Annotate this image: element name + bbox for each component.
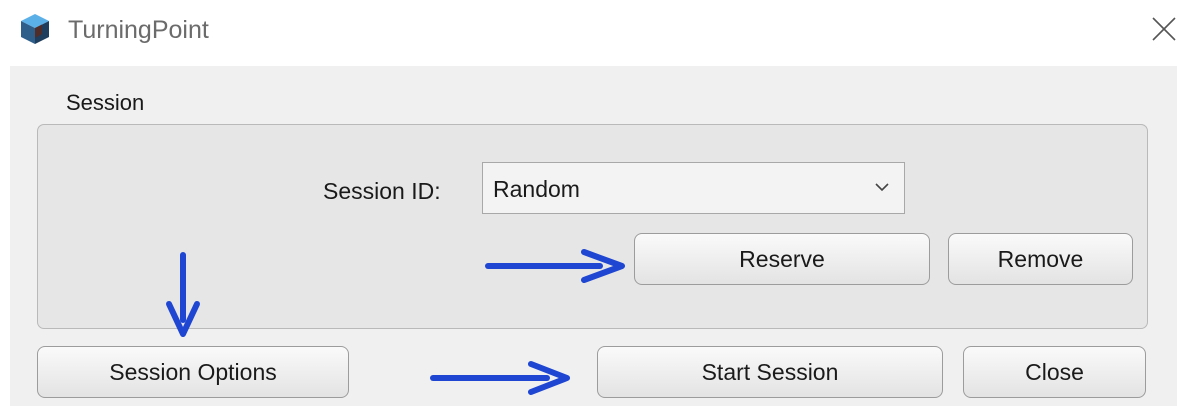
session-group-box bbox=[37, 124, 1148, 329]
session-id-dropdown[interactable]: Random bbox=[482, 162, 905, 214]
start-session-button-label: Start Session bbox=[701, 358, 839, 385]
window-title: TurningPoint bbox=[68, 16, 209, 44]
session-group-label: Session bbox=[66, 90, 145, 115]
close-button[interactable]: Close bbox=[963, 346, 1146, 398]
arrow-to-start-session-icon bbox=[430, 361, 570, 395]
session-options-button-label: Session Options bbox=[109, 358, 277, 385]
arrow-to-session-options-icon bbox=[166, 252, 200, 337]
chevron-down-icon bbox=[875, 183, 889, 192]
close-icon[interactable] bbox=[1151, 16, 1177, 42]
title-bar: TurningPoint bbox=[0, 0, 1177, 62]
remove-button[interactable]: Remove bbox=[948, 233, 1133, 285]
reserve-button-label: Reserve bbox=[739, 245, 825, 272]
turningpoint-cube-icon bbox=[21, 14, 49, 44]
start-session-button[interactable]: Start Session bbox=[597, 346, 943, 398]
session-id-label: Session ID: bbox=[323, 178, 441, 204]
remove-button-label: Remove bbox=[997, 245, 1084, 272]
close-button-label: Close bbox=[1025, 358, 1084, 385]
session-options-button[interactable]: Session Options bbox=[37, 346, 349, 398]
arrow-to-reserve-icon bbox=[485, 249, 625, 283]
reserve-button[interactable]: Reserve bbox=[634, 233, 930, 285]
session-id-value: Random bbox=[493, 176, 580, 202]
